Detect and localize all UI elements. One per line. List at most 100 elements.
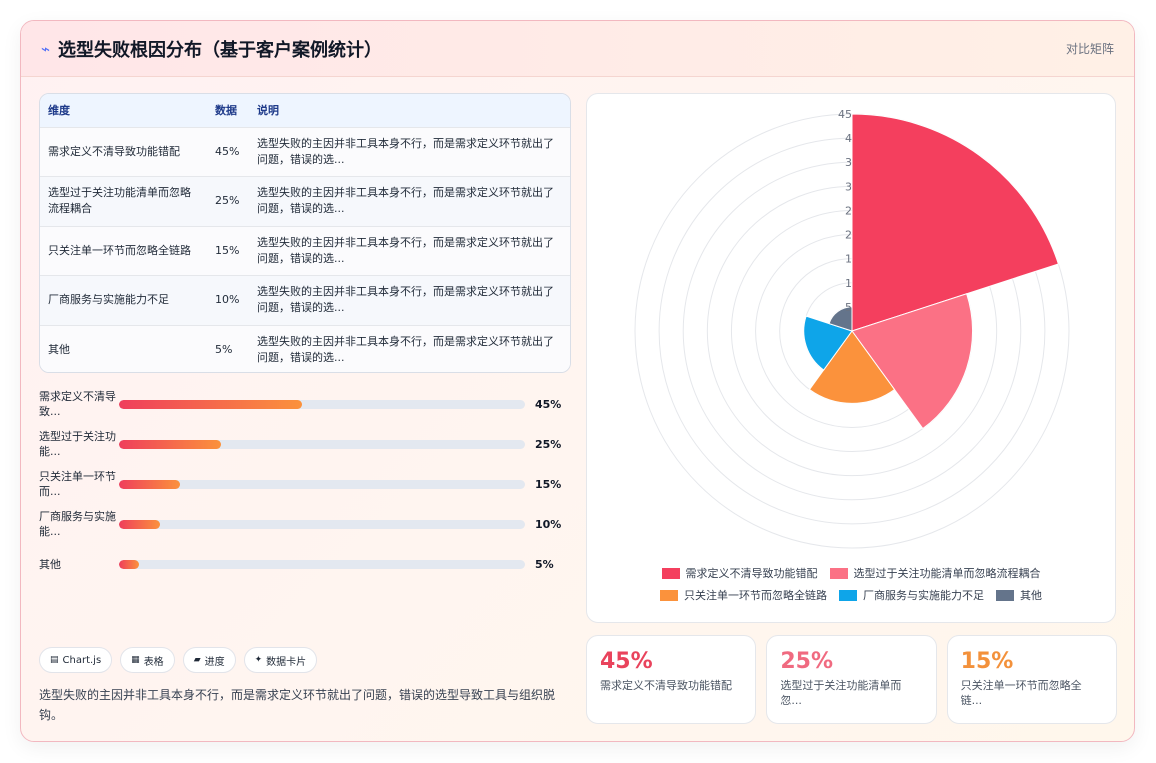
cell-note: 选型失败的主因并非工具本身不行，而是需求定义环节就出了问题，错误的选... [257,136,554,166]
legend-label: 需求定义不清导致功能错配 [685,567,818,580]
progress-row: 选型过于关注功能... 25% [39,424,571,464]
progress-label: 需求定义不清导致... [39,390,116,418]
column-header-data: 数据 [215,104,237,118]
legend-label: 其他 [1020,589,1042,602]
cell-note: 选型失败的主因并非工具本身不行，而是需求定义环节就出了问题，错误的选... [257,186,554,216]
legend-label: 选型过于关注功能清单而忽略流程耦合 [853,567,1041,580]
progress-track [119,479,525,489]
legend-swatch [839,589,857,601]
chip-row: ▤ Chart.js ▦ 表格 ▰ 进度 ✦ 数据卡片 [39,647,318,673]
progress-track [119,439,525,449]
cell-note: 选型失败的主因并非工具本身不行，而是需求定义环节就出了问题，错误的选... [257,335,554,364]
polar-chart-svg: 5 1 1 2 2 3 3 4 45 [634,108,1070,549]
cell-dimension: 选型过于关注功能清单而忽略流程耦合 [48,186,191,216]
tick-label: 45 [838,108,852,121]
progress-list: 需求定义不清导致... 45% 选型过于关注功能... 25% 只关注单一环节而… [39,384,571,584]
cell-value: 25% [215,194,240,208]
stat-value: 15% [960,649,1014,674]
chip-data-card[interactable]: ✦ 数据卡片 [243,647,318,673]
stat-card: 45% 需求定义不清导致功能错配 [586,635,757,724]
table-row: 需求定义不清导致功能错配 45% 选型失败的主因并非工具本身不行，而是需求定义环… [40,127,570,177]
sparkle-icon: ✦ [254,655,263,665]
cell-note: 选型失败的主因并非工具本身不行，而是需求定义环节就出了问题，错误的选... [257,235,554,265]
table-icon: ▦ [131,655,140,665]
tick-label: 1 [845,277,852,290]
progress-fill [119,559,140,569]
dashboard-card: ⌁ 选型失败根因分布（基于客户案例统计） 对比矩阵 维度 数据 说明 需求定义不… [20,20,1135,742]
stat-label: 需求定义不清导致功能错配 [600,679,732,692]
chip-table[interactable]: ▦ 表格 [120,647,175,673]
progress-label: 只关注单一环节而... [39,470,116,498]
column-header-dimension: 维度 [48,104,70,118]
legend-item[interactable]: 选型过于关注功能清单而忽略流程耦合 [829,564,1041,582]
cell-dimension: 只关注单一环节而忽略全链路 [48,243,191,257]
chip-progress[interactable]: ▰ 进度 [182,647,236,673]
legend-item[interactable]: 其他 [996,586,1042,604]
cell-dimension: 其他 [48,343,70,356]
polar-area-chart: 5 1 1 2 2 3 3 4 45 需求定义不清导致功能错配 选型过于关注功能清单而忽略流程耦合… [586,93,1116,623]
legend-swatch [660,589,678,601]
bolt-icon: ⌁ [41,39,51,58]
progress-value: 25% [535,437,562,451]
progress-fill [119,479,180,489]
legend-label: 厂商服务与实施能力不足 [863,589,984,602]
cell-value: 45% [215,144,240,158]
progress-fill [119,519,160,529]
progress-row: 厂商服务与实施能... 10% [39,504,571,544]
progress-track [119,519,525,529]
progress-value: 10% [535,517,562,531]
cell-value: 15% [215,243,240,257]
table-row: 厂商服务与实施能力不足 10% 选型失败的主因并非工具本身不行，而是需求定义环节… [40,275,570,325]
tick-label: 3 [845,156,852,169]
stat-card: 25% 选型过于关注功能清单而忽... [766,635,937,724]
progress-fill [119,399,302,409]
cell-dimension: 厂商服务与实施能力不足 [48,293,169,307]
legend-item[interactable]: 需求定义不清导致功能错配 [661,564,818,582]
column-header-note: 说明 [257,104,279,118]
table-row: 只关注单一环节而忽略全链路 15% 选型失败的主因并非工具本身不行，而是需求定义… [40,226,570,276]
progress-fill [119,439,221,449]
stat-cards: 45% 需求定义不清导致功能错配 25% 选型过于关注功能清单而忽... 15%… [586,635,1117,724]
progress-row: 只关注单一环节而... 15% [39,464,571,504]
legend-swatch [829,567,848,579]
data-table: 维度 数据 说明 需求定义不清导致功能错配 45% 选型失败的主因并非工具本身不… [39,93,571,373]
chip-label: 数据卡片 [266,656,307,668]
progress-value: 45% [535,397,562,411]
compare-matrix-link[interactable]: 对比矩阵 [1066,40,1114,57]
tick-label: 1 [845,253,852,266]
progress-icon: ▰ [193,655,201,665]
legend-swatch [661,567,680,579]
stat-card: 15% 只关注单一环节而忽略全链... [946,635,1117,724]
cell-dimension: 需求定义不清导致功能错配 [48,144,180,158]
progress-label: 选型过于关注功能... [39,430,116,458]
chart-icon: ▤ [50,655,59,665]
tick-label: 2 [845,229,852,242]
table-row: 其他 5% 选型失败的主因并非工具本身不行，而是需求定义环节就出了问题，错误的选… [40,325,570,372]
cell-note: 选型失败的主因并非工具本身不行，而是需求定义环节就出了问题，错误的选... [257,285,554,315]
stat-label: 只关注单一环节而忽略全链... [960,679,1082,707]
stat-value: 25% [780,649,833,674]
progress-value: 5% [535,557,554,571]
chip-label: Chart.js [62,654,102,666]
progress-label: 厂商服务与实施能... [39,510,116,538]
legend-item[interactable]: 只关注单一环节而忽略全链路 [660,586,827,604]
legend-item[interactable]: 厂商服务与实施能力不足 [839,586,984,604]
chip-label: 表格 [143,656,164,668]
page-title: 选型失败根因分布（基于客户案例统计） [58,39,383,61]
table-header-row: 维度 数据 说明 [40,94,570,127]
tick-label: 5 [845,301,852,314]
progress-track [119,559,525,569]
progress-value: 15% [535,477,562,491]
card-header: ⌁ 选型失败根因分布（基于客户案例统计） 对比矩阵 [21,21,1134,77]
tick-label: 3 [845,180,852,193]
progress-row: 其他 5% [39,544,571,584]
progress-row: 需求定义不清导致... 45% [39,384,571,424]
chart-legend: 需求定义不清导致功能错配 选型过于关注功能清单而忽略流程耦合只关注单一环节而忽略全… [587,564,1115,604]
table-row: 选型过于关注功能清单而忽略流程耦合 25% 选型失败的主因并非工具本身不行，而是… [40,176,570,226]
tick-label: 2 [845,204,852,217]
cell-value: 10% [215,293,240,307]
legend-label: 只关注单一环节而忽略全链路 [684,589,827,602]
chip-label: 进度 [204,656,225,668]
cell-value: 5% [215,343,233,356]
chip-chartjs[interactable]: ▤ Chart.js [39,647,113,673]
